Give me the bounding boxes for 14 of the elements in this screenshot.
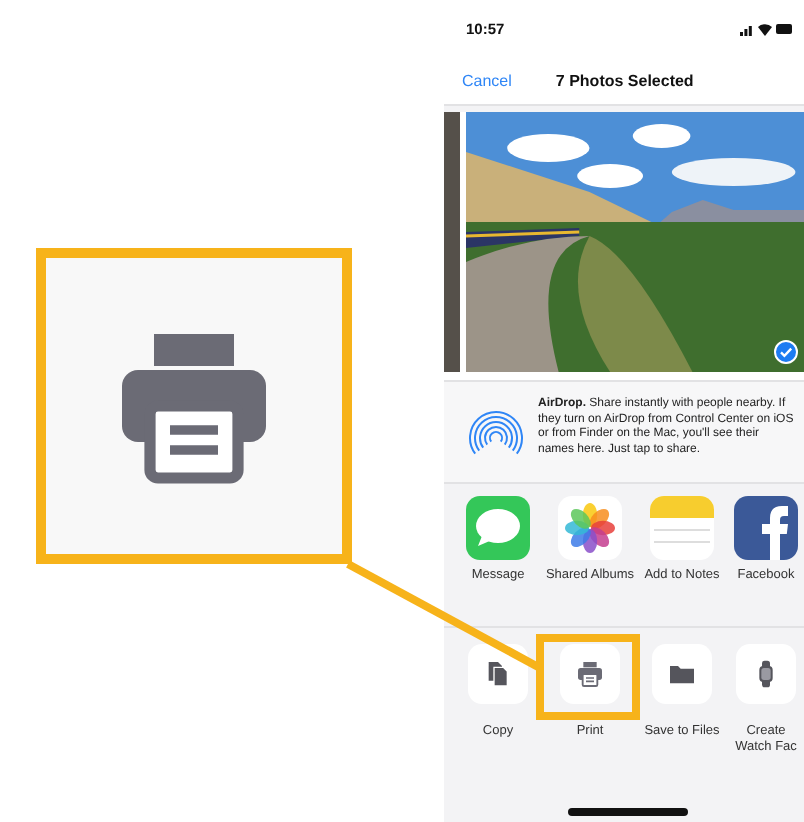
action-button[interactable] [652, 644, 712, 704]
action-button[interactable] [468, 644, 528, 704]
action-button[interactable] [736, 644, 796, 704]
cancel-button[interactable]: Cancel [462, 71, 512, 89]
home-indicator [568, 808, 688, 816]
landscape-photo[interactable] [466, 112, 804, 372]
flower-icon [558, 496, 622, 560]
speech-bubble-icon [466, 496, 530, 560]
status-icons [740, 21, 792, 35]
f-letter-icon [734, 496, 798, 560]
notepad-icon [650, 496, 714, 560]
action-button[interactable] [560, 644, 620, 704]
printer-icon [574, 658, 606, 690]
sheet-title: 7 Photos Selected [555, 71, 694, 89]
